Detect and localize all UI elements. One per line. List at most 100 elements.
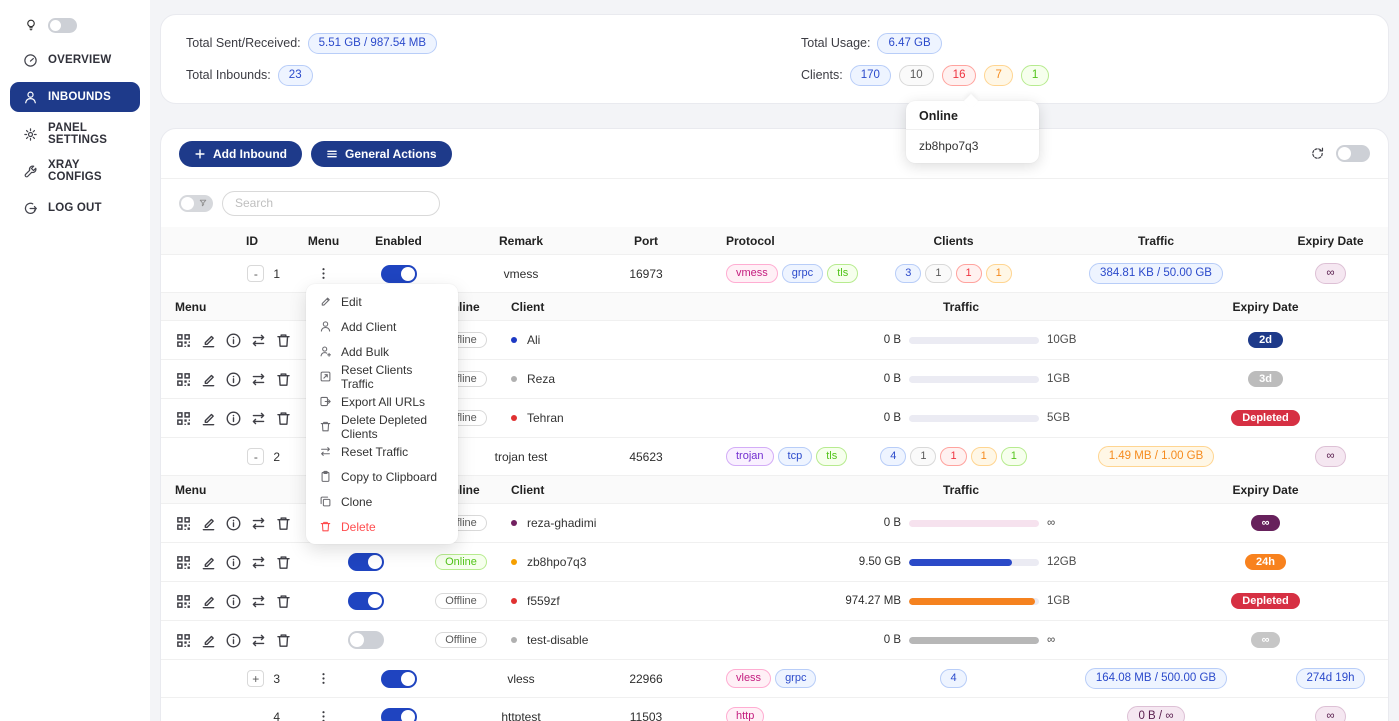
qrcode-button[interactable]	[175, 554, 192, 571]
reset-client-traffic-button[interactable]	[250, 632, 267, 649]
delete-client-button[interactable]	[275, 632, 292, 649]
edit-client-button[interactable]	[200, 593, 217, 610]
client-enabled-toggle[interactable]	[348, 553, 384, 571]
context-menu-item-delete[interactable]: Delete	[306, 514, 458, 539]
client-info-button[interactable]	[225, 632, 242, 649]
client-count-pill[interactable]: 1	[1001, 447, 1027, 466]
wrench-icon	[23, 164, 38, 179]
edit-client-button[interactable]	[200, 554, 217, 571]
edit-client-button[interactable]	[200, 515, 217, 532]
search-input[interactable]	[222, 191, 440, 216]
client-enabled-toggle[interactable]	[348, 631, 384, 649]
client-count-pill[interactable]: 1	[910, 447, 936, 466]
delete-client-button[interactable]	[275, 410, 292, 427]
row-menu-button[interactable]	[316, 266, 331, 281]
expand-button[interactable]: +	[247, 670, 264, 687]
client-info-button[interactable]	[225, 593, 242, 610]
theme-toggle-row	[0, 12, 150, 38]
collapse-button[interactable]: -	[247, 265, 264, 282]
client-info-button[interactable]	[225, 371, 242, 388]
reset-client-traffic-button[interactable]	[250, 593, 267, 610]
auto-refresh-toggle[interactable]	[1336, 145, 1370, 162]
sidebar-item-log-out[interactable]: LOG OUT	[10, 193, 140, 223]
context-menu-item-copy-to-clipboard[interactable]: Copy to Clipboard	[306, 464, 458, 489]
context-menu-item-delete-depleted-clients[interactable]: Delete Depleted Clients	[306, 414, 458, 439]
client-expiry-cell: 24h	[1141, 554, 1389, 570]
theme-toggle[interactable]	[48, 18, 77, 33]
client-count-pill[interactable]: 1	[986, 264, 1012, 283]
client-count-pill[interactable]: 3	[895, 264, 921, 283]
client-name-cell: Tehran	[501, 411, 781, 425]
qrcode-button[interactable]	[175, 593, 192, 610]
client-count-pill[interactable]: 4	[940, 669, 966, 688]
client-count-pill[interactable]: 1	[940, 447, 966, 466]
edit-client-button[interactable]	[200, 410, 217, 427]
context-menu-item-add-client[interactable]: Add Client	[306, 314, 458, 339]
delete-client-button[interactable]	[275, 332, 292, 349]
client-info-button[interactable]	[225, 332, 242, 349]
context-menu-item-export-all-urls[interactable]: Export All URLs	[306, 389, 458, 414]
delete-client-button[interactable]	[275, 371, 292, 388]
enabled-toggle[interactable]	[381, 670, 417, 688]
traffic-limit: 5GB	[1047, 412, 1089, 424]
general-actions-button[interactable]: General Actions	[311, 141, 452, 167]
client-info-button[interactable]	[225, 410, 242, 427]
delete-client-button[interactable]	[275, 554, 292, 571]
reset-client-traffic-button[interactable]	[250, 554, 267, 571]
context-menu-item-add-bulk[interactable]: Add Bulk	[306, 339, 458, 364]
context-menu-item-reset-clients-traffic[interactable]: Reset Clients Traffic	[306, 364, 458, 389]
client-enabled-toggle[interactable]	[348, 592, 384, 610]
sidebar-item-label: OVERVIEW	[48, 54, 111, 66]
client-status-cell: Online	[421, 554, 501, 570]
reset-client-traffic-button[interactable]	[250, 410, 267, 427]
sidebar-item-xray-configs[interactable]: XRAY CONFIGS	[10, 156, 140, 186]
client-count-pill[interactable]: 4	[880, 447, 906, 466]
edit-client-button[interactable]	[200, 332, 217, 349]
client-row: Onlinezb8hpo7q39.50 GB12GB24h	[161, 543, 1388, 582]
clients-count-pill-green[interactable]: 1	[1021, 65, 1049, 86]
context-menu-item-clone[interactable]: Clone	[306, 489, 458, 514]
expiry-pill: ∞	[1315, 706, 1345, 721]
context-menu-item-reset-traffic[interactable]: Reset Traffic	[306, 439, 458, 464]
sidebar-item-inbounds[interactable]: INBOUNDS	[10, 82, 140, 112]
qrcode-button[interactable]	[175, 332, 192, 349]
qrcode-button[interactable]	[175, 371, 192, 388]
delete-client-button[interactable]	[275, 593, 292, 610]
clients-count-pill-orange[interactable]: 7	[984, 65, 1012, 86]
client-count-pill[interactable]: 1	[956, 264, 982, 283]
delete-client-button[interactable]	[275, 515, 292, 532]
sidebar-item-panel-settings[interactable]: PANEL SETTINGS	[10, 119, 140, 149]
client-count-pill[interactable]: 1	[971, 447, 997, 466]
edit-client-button[interactable]	[200, 371, 217, 388]
column-header-label: Menu	[175, 300, 206, 314]
client-count-pill[interactable]: 1	[925, 264, 951, 283]
client-info-button[interactable]	[225, 554, 242, 571]
row-menu-button[interactable]	[316, 709, 331, 721]
clients-count-pill-gray[interactable]: 10	[899, 65, 934, 86]
client-color-dot	[511, 376, 517, 382]
qrcode-button[interactable]	[175, 515, 192, 532]
reset-client-traffic-button[interactable]	[250, 332, 267, 349]
column-header-label: Expiry Date	[1232, 483, 1298, 497]
edit-client-button[interactable]	[200, 632, 217, 649]
qrcode-button[interactable]	[175, 410, 192, 427]
collapse-button[interactable]: -	[247, 448, 264, 465]
stat-label: Total Inbounds:	[186, 68, 271, 82]
sidebar-item-overview[interactable]: OVERVIEW	[10, 45, 140, 75]
refresh-icon[interactable]	[1310, 146, 1325, 161]
context-menu-item-edit[interactable]: Edit	[306, 289, 458, 314]
reset-client-traffic-button[interactable]	[250, 515, 267, 532]
enabled-toggle[interactable]	[381, 708, 417, 721]
row-menu-button[interactable]	[316, 671, 331, 686]
clients-count-pill-red[interactable]: 16	[942, 65, 977, 86]
qrcode-button[interactable]	[175, 632, 192, 649]
client-info-button[interactable]	[225, 515, 242, 532]
clients-count-pill-blue[interactable]: 170	[850, 65, 891, 86]
client-column-header-menu: Menu	[161, 483, 311, 497]
reset-client-traffic-button[interactable]	[250, 371, 267, 388]
enabled-toggle[interactable]	[381, 265, 417, 283]
toggle-knob	[401, 672, 415, 686]
inbound-remark: vless	[507, 672, 534, 686]
filter-toggle[interactable]	[179, 195, 213, 212]
add-inbound-button[interactable]: Add Inbound	[179, 141, 302, 167]
